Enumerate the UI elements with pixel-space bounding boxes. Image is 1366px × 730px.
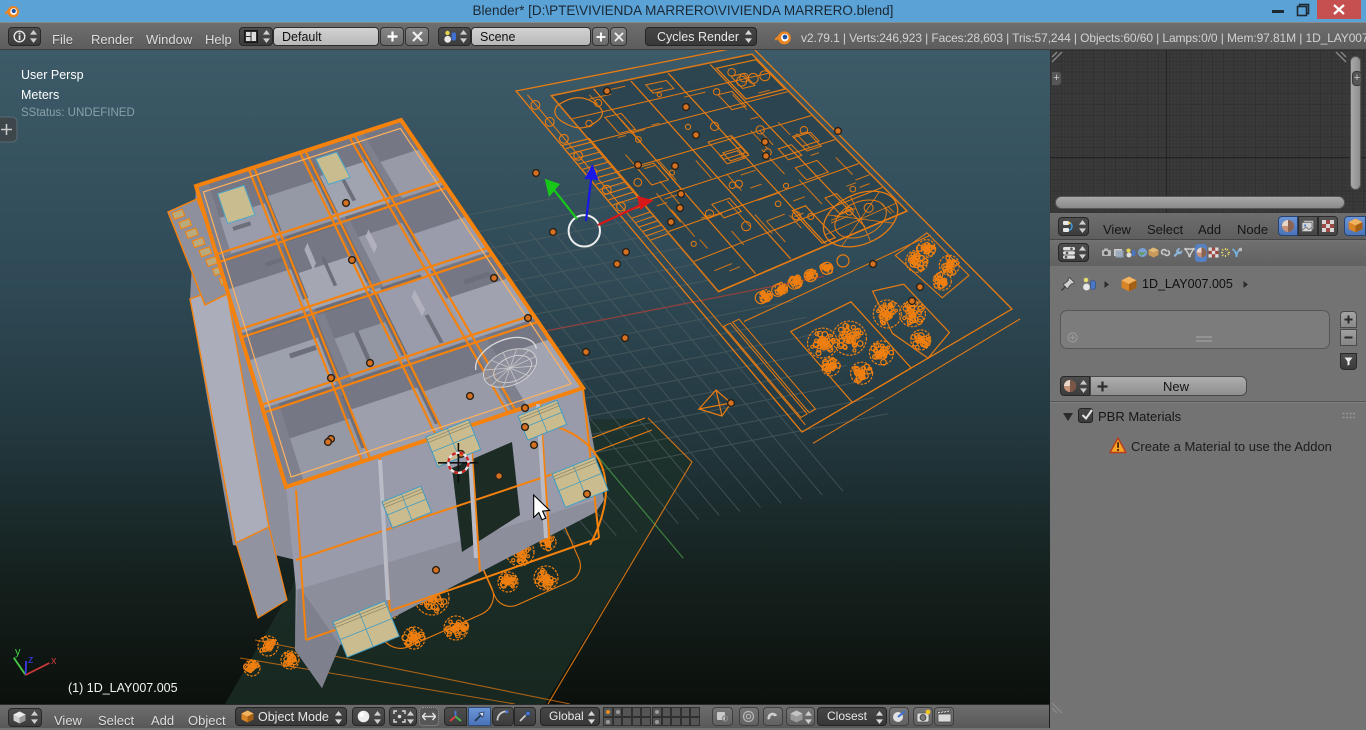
svg-text:SStatus: UNDEFINED: SStatus: UNDEFINED	[21, 107, 135, 119]
svg-text:z: z	[28, 654, 34, 666]
svg-text:Meters: Meters	[21, 88, 59, 102]
svg-text:y: y	[15, 646, 21, 658]
svg-text:(1) 1D_LAY007.005: (1) 1D_LAY007.005	[68, 681, 178, 695]
svg-text:x: x	[51, 655, 57, 667]
svg-text:User Persp: User Persp	[21, 68, 84, 82]
